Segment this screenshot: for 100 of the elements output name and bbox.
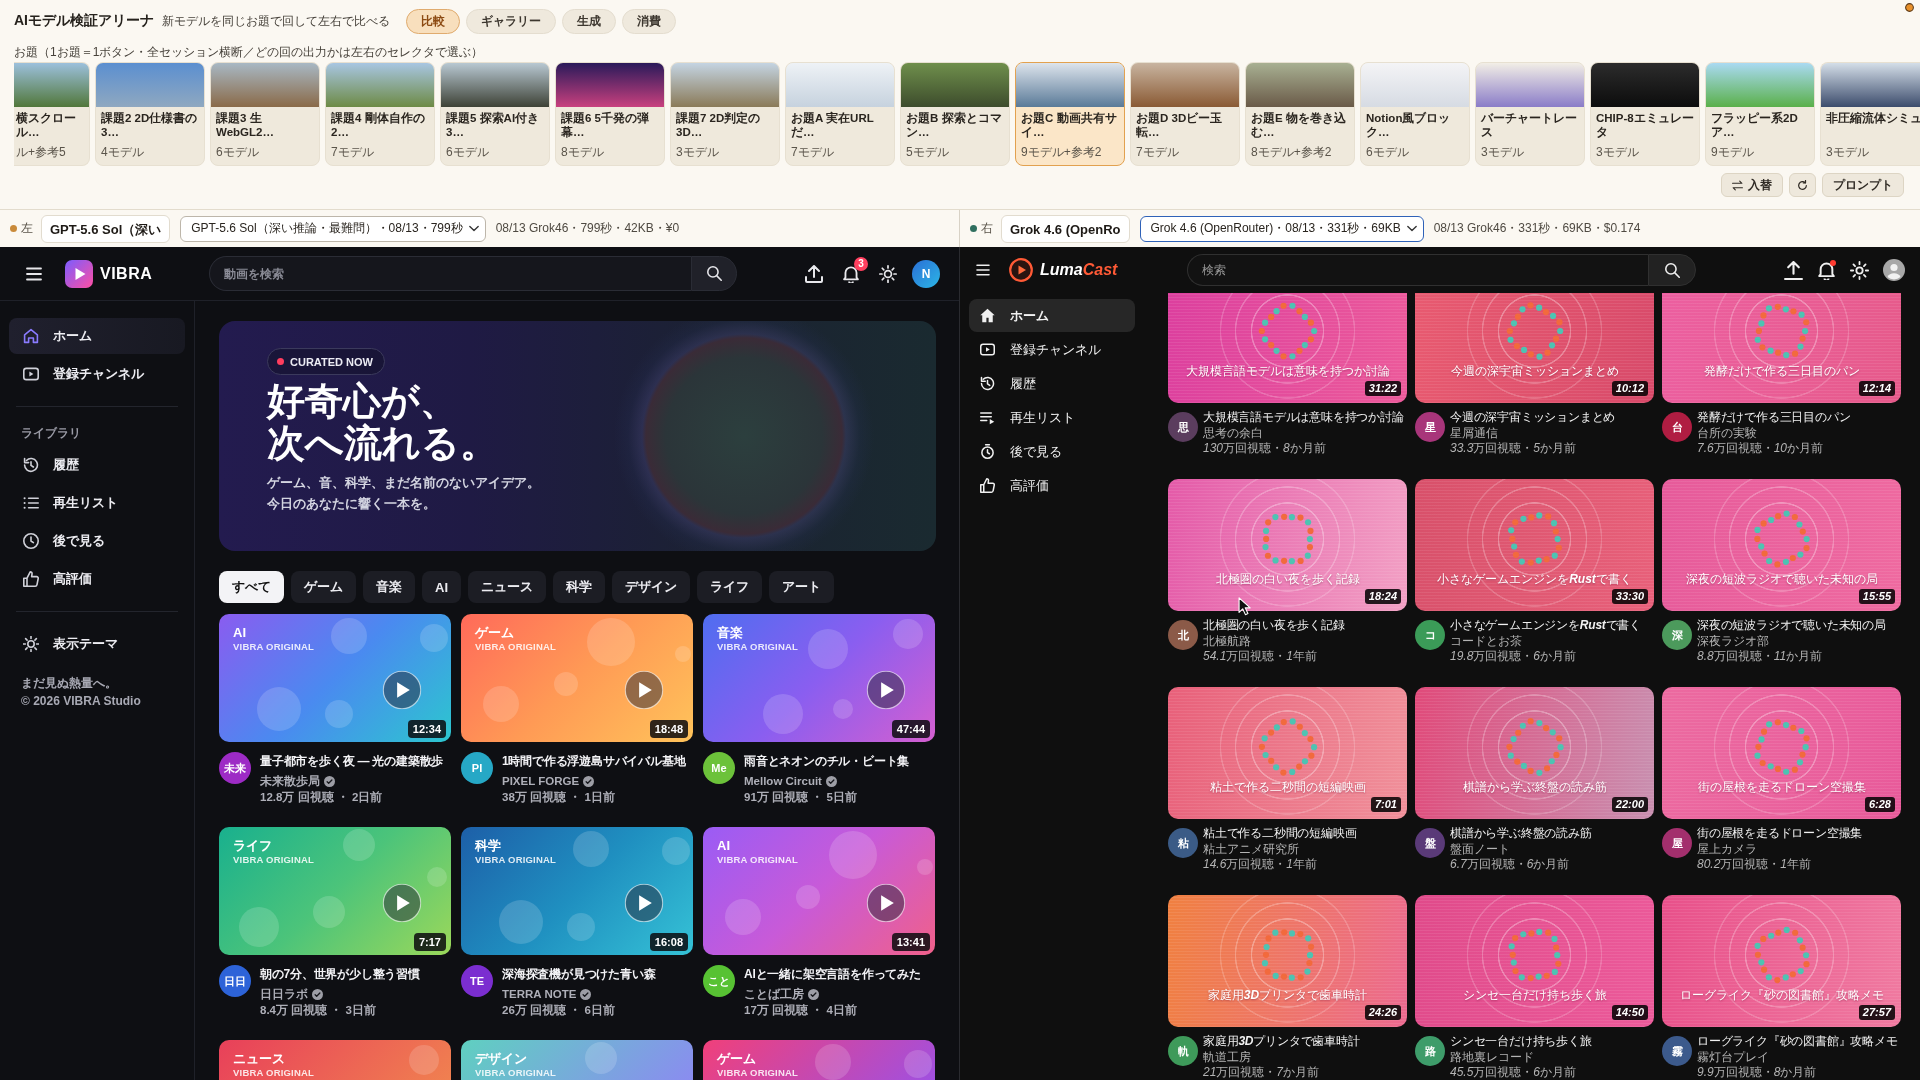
upload-icon[interactable] [1784,260,1803,280]
prompt-card[interactable]: 課題4 剛体自作の2… 7モデル [325,62,435,166]
video-thumbnail[interactable]: 音楽 VIBRA ORIGINAL 47:44 [703,614,935,742]
prompt-card[interactable]: お題B 探索とコマン… 5モデル [900,62,1010,166]
video-thumbnail[interactable]: AI VIBRA ORIGINAL 12:34 [219,614,451,742]
video-thumbnail[interactable]: シンセ一台だけ持ち歩く旅 14:50 [1415,895,1654,1027]
video-title[interactable]: 発酵だけで作る三日目のパン [1697,410,1851,424]
video-title[interactable]: 今週の深宇宙ミッションまとめ [1450,410,1616,424]
prompt-card[interactable]: お題A 実在URLだ… 7モデル [785,62,895,166]
video-title[interactable]: 北極圏の白い夜を歩く記録 [1203,618,1345,632]
filter-chip[interactable]: AI [422,571,461,603]
upload-icon[interactable] [805,264,823,283]
video-title[interactable]: 家庭用3Dプリンタで歯車時計 [1203,1034,1360,1048]
channel-avatar[interactable]: 軌 [1168,1036,1198,1066]
channel-avatar[interactable]: 思 [1168,412,1198,442]
video-title[interactable]: 粘土で作る二秒間の短編映画 [1203,826,1357,840]
play-icon[interactable] [624,670,664,709]
video-thumbnail[interactable]: 深夜の短波ラジオで聴いた未知の局 15:55 [1662,479,1901,611]
filter-chip[interactable]: 音楽 [363,571,415,603]
video-title[interactable]: 街の屋根を走るドローン空撮集 [1697,826,1863,840]
sidebar-item[interactable]: 後で見る [9,523,185,559]
sidebar-item[interactable]: ホーム [969,299,1135,332]
profile-avatar-icon[interactable] [1883,259,1905,281]
prompt-card[interactable]: Notion風ブロック… 6モデル [1360,62,1470,166]
prompt-card[interactable]: 非圧縮流体シミュ 3モデル [1820,62,1920,166]
search-button[interactable] [1648,254,1696,286]
sidebar-item[interactable]: 登録チャンネル [9,356,185,392]
sidebar-item[interactable]: 高評価 [969,469,1135,502]
video-thumbnail[interactable]: 棋譜から学ぶ終盤の読み筋 22:00 [1415,687,1654,819]
video-thumbnail[interactable]: 粘土で作る二秒間の短編映画 7:01 [1168,687,1407,819]
prompt-card[interactable]: バーチャートレース 3モデル [1475,62,1585,166]
video-title[interactable]: 深海探査機が見つけた青い森 [502,967,656,981]
name-field[interactable]: GPT-5.6 Sol（深い [41,214,171,243]
mode-tab[interactable]: 消費 [622,8,676,34]
video-thumbnail[interactable]: 小さなゲームエンジンをRustで書く 33:30 [1415,479,1654,611]
menu-icon[interactable] [26,266,42,281]
video-title[interactable]: 深夜の短波ラジオで聴いた未知の局 [1697,618,1886,632]
play-icon[interactable] [382,670,422,709]
mode-tab[interactable]: ギャラリー [466,8,556,34]
filter-chip[interactable]: アート [769,571,834,603]
prompt-card[interactable]: 課題6 5千発の弾幕… 8モデル [555,62,665,166]
video-thumbnail[interactable]: 街の屋根を走るドローン空撮集 6:28 [1662,687,1901,819]
filter-chip[interactable]: ライフ [697,571,762,603]
sidebar-item[interactable]: 再生リスト [9,485,185,521]
video-thumbnail[interactable]: 北極圏の白い夜を歩く記録 18:24 [1168,479,1407,611]
prompt-card[interactable]: 課題5 探索AI付き3… 6モデル [440,62,550,166]
play-icon[interactable] [382,883,422,922]
video-title[interactable]: シンセ一台だけ持ち歩く旅 [1450,1034,1592,1048]
play-icon[interactable] [866,670,906,709]
video-title[interactable]: 小さなゲームエンジンをRustで書く [1450,618,1642,632]
channel-avatar[interactable]: 粘 [1168,828,1198,858]
search-field[interactable]: 動画を検索 [209,256,691,291]
prompt-card[interactable]: フラッピー系2Dア… 9モデル [1705,62,1815,166]
prompt-card[interactable]: お題D 3Dビー玉転… 7モデル [1130,62,1240,166]
filter-chip[interactable]: ゲーム [291,571,356,603]
video-thumbnail[interactable]: 科学 VIBRA ORIGINAL 16:08 [461,827,693,955]
sidebar-item[interactable]: ホーム [9,318,185,354]
video-thumbnail[interactable]: 発酵だけで作る三日目のパン 12:14 [1662,293,1901,403]
prompt-card[interactable]: 課題7 2D判定の3D… 3モデル [670,62,780,166]
play-icon[interactable] [866,883,906,922]
sidebar-item[interactable]: 後で見る [969,435,1135,468]
mode-tab[interactable]: 生成 [562,8,616,34]
video-title[interactable]: ローグライク『砂の図書館』攻略メモ [1697,1034,1898,1048]
channel-avatar[interactable]: 台 [1662,412,1692,442]
video-thumbnail[interactable]: 大規模言語モデルは意味を持つか討論 31:22 [1168,293,1407,403]
video-thumbnail[interactable]: ニュース VIBRA ORIGINAL [219,1040,451,1080]
channel-avatar[interactable]: 盤 [1415,828,1445,858]
video-title[interactable]: 棋譜から学ぶ終盤の読み筋 [1450,826,1592,840]
bell-icon[interactable] [842,264,860,283]
prompt-card[interactable]: 横スクロール… ル+参考5 [14,62,90,166]
bell-icon[interactable] [1817,260,1836,280]
video-thumbnail[interactable]: 今週の深宇宙ミッションまとめ 10:12 [1415,293,1654,403]
mode-tab[interactable]: 比較 [406,8,460,34]
search-button[interactable] [691,256,737,291]
channel-avatar[interactable]: 日日 [219,965,251,997]
sun-icon[interactable] [1850,260,1869,280]
video-thumbnail[interactable]: AI VIBRA ORIGINAL 13:41 [703,827,935,955]
session-select[interactable]: GPT-5.6 Sol（深い推論・最難問）・08/13・799秒 [180,215,486,242]
sidebar-item[interactable]: 登録チャンネル [969,333,1135,366]
channel-avatar[interactable]: 未来 [219,752,251,784]
video-thumbnail[interactable]: 家庭用3Dプリンタで歯車時計 24:26 [1168,895,1407,1027]
prompt-card[interactable]: 課題3 生WebGL2… 6モデル [210,62,320,166]
video-title[interactable]: 朝の7分、世界が少し整う習慣 [260,967,420,981]
prompt-button[interactable]: プロンプト [1822,173,1904,197]
name-field[interactable]: Grok 4.6 (OpenRo [1001,214,1130,243]
video-title[interactable]: 大規模言語モデルは意味を持つか討論 [1203,410,1404,424]
sidebar-item[interactable]: 履歴 [969,367,1135,400]
video-thumbnail[interactable]: ゲーム VIBRA ORIGINAL [703,1040,935,1080]
filter-chip[interactable]: デザイン [612,571,690,603]
sidebar-item[interactable]: 高評価 [9,561,185,597]
menu-icon[interactable] [976,264,990,276]
sidebar-item[interactable]: 表示テーマ [9,626,185,662]
video-title[interactable]: AIと一緒に架空言語を作ってみた [744,967,921,981]
channel-avatar[interactable]: 星 [1415,412,1445,442]
video-thumbnail[interactable]: ライフ VIBRA ORIGINAL 7:17 [219,827,451,955]
filter-chip[interactable]: すべて [219,571,284,603]
filter-chip[interactable]: ニュース [468,571,546,603]
sidebar-item[interactable]: 履歴 [9,447,185,483]
video-title[interactable]: 1時間で作る浮遊島サバイバル基地 [502,754,686,768]
video-title[interactable]: 雨音とネオンのチル・ビート集 [744,754,910,768]
